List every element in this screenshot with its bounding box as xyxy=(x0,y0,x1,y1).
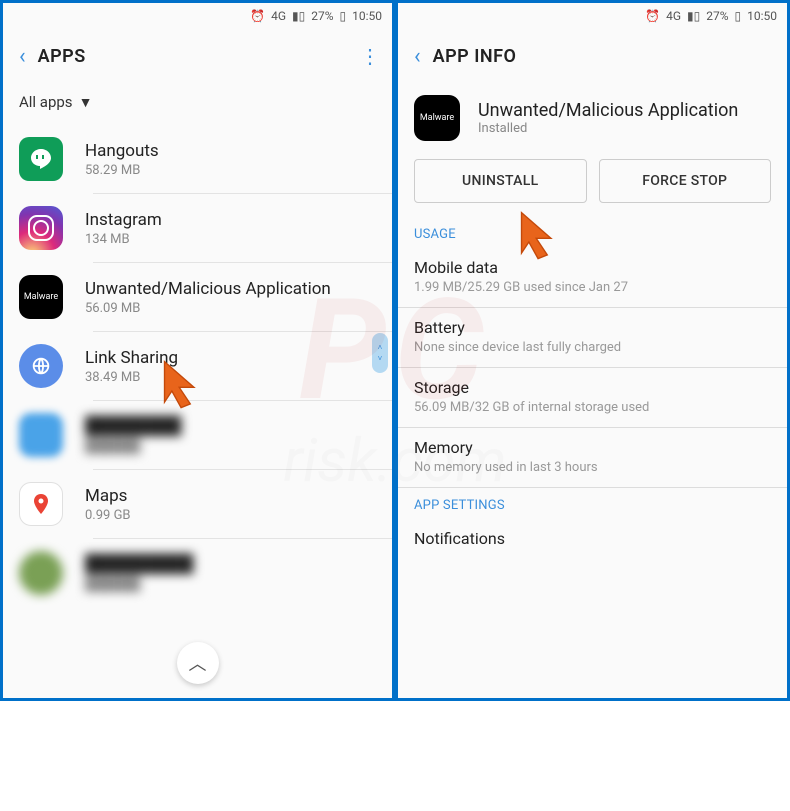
alarm-icon: ⏰ xyxy=(645,9,660,23)
linksharing-icon xyxy=(19,344,63,388)
app-size: 38.49 MB xyxy=(85,370,178,385)
status-bar: ⏰ 4G ▮▯ 27% ▯ 10:50 xyxy=(3,3,392,29)
app-size-blurred: ██████ xyxy=(85,576,193,592)
app-size-blurred: ██████ xyxy=(85,438,181,454)
app-row-instagram[interactable]: Instagram 134 MB xyxy=(3,194,392,262)
row-sub: No memory used in last 3 hours xyxy=(414,460,771,475)
blurred-app-icon xyxy=(19,551,63,595)
app-name: Hangouts xyxy=(85,141,159,161)
usage-section-label: USAGE xyxy=(398,217,787,248)
blurred-app-icon xyxy=(19,413,63,457)
overflow-menu-button[interactable]: ⋮ xyxy=(360,44,380,68)
filter-dropdown[interactable]: All apps ▼ xyxy=(3,83,392,125)
chevron-down-icon: ▼ xyxy=(79,94,93,111)
malware-icon: Malware xyxy=(19,275,63,319)
app-info-screen: ⏰ 4G ▮▯ 27% ▯ 10:50 ‹ APP INFO Malware U… xyxy=(395,0,790,701)
battery-icon: ▯ xyxy=(340,9,347,23)
app-name: Unwanted/Malicious Application xyxy=(85,279,331,299)
app-header: Malware Unwanted/Malicious Application I… xyxy=(398,83,787,149)
app-name: Link Sharing xyxy=(85,348,178,368)
header: ‹ APP INFO xyxy=(398,29,787,83)
hangouts-icon xyxy=(19,137,63,181)
instagram-icon xyxy=(19,206,63,250)
back-button[interactable]: ‹ xyxy=(15,40,30,73)
app-name: Unwanted/Malicious Application xyxy=(478,100,738,121)
battery-row[interactable]: Battery None since device last fully cha… xyxy=(398,308,787,368)
app-list: Hangouts 58.29 MB Instagram 134 MB Malwa… xyxy=(3,125,392,607)
clock: 10:50 xyxy=(747,9,777,23)
clock: 10:50 xyxy=(352,9,382,23)
row-title: Storage xyxy=(414,378,771,397)
force-stop-button[interactable]: FORCE STOP xyxy=(599,159,772,203)
row-title: Battery xyxy=(414,318,771,337)
app-size: 134 MB xyxy=(85,232,162,247)
screen-title: APPS xyxy=(38,46,86,67)
status-bar: ⏰ 4G ▮▯ 27% ▯ 10:50 xyxy=(398,3,787,29)
apps-list-screen: ⏰ 4G ▮▯ 27% ▯ 10:50 ‹ APPS ⋮ All apps ▼ … xyxy=(0,0,395,701)
malware-icon: Malware xyxy=(414,95,460,141)
app-row-hangouts[interactable]: Hangouts 58.29 MB xyxy=(3,125,392,193)
app-name-blurred: █████████ xyxy=(85,554,193,574)
signal-icon: ▮▯ xyxy=(687,9,700,23)
row-sub: 1.99 MB/25.29 GB used since Jan 27 xyxy=(414,280,771,295)
header: ‹ APPS ⋮ xyxy=(3,29,392,83)
app-row-maps[interactable]: Maps 0.99 GB xyxy=(3,470,392,538)
app-size: 56.09 MB xyxy=(85,301,331,316)
scroll-handle[interactable]: ˄ ˅ xyxy=(372,333,388,373)
battery-percent: 27% xyxy=(311,9,333,23)
chevron-up-icon: ︿ xyxy=(189,650,207,676)
app-row-blurred-2[interactable]: █████████ ██████ xyxy=(3,539,392,607)
memory-row[interactable]: Memory No memory used in last 3 hours xyxy=(398,428,787,488)
back-button[interactable]: ‹ xyxy=(410,40,425,73)
uninstall-button[interactable]: UNINSTALL xyxy=(414,159,587,203)
app-row-malware[interactable]: Malware Unwanted/Malicious Application 5… xyxy=(3,263,392,331)
app-status: Installed xyxy=(478,121,738,136)
battery-percent: 27% xyxy=(706,9,728,23)
row-sub: 56.09 MB/32 GB of internal storage used xyxy=(414,400,771,415)
filter-label: All apps xyxy=(19,93,73,111)
app-size: 0.99 GB xyxy=(85,508,131,523)
alarm-icon: ⏰ xyxy=(250,9,265,23)
scroll-to-top-button[interactable]: ︿ xyxy=(177,642,219,684)
storage-row[interactable]: Storage 56.09 MB/32 GB of internal stora… xyxy=(398,368,787,428)
chevron-up-icon: ˄ xyxy=(378,343,383,352)
row-title: Mobile data xyxy=(414,258,771,277)
app-name-blurred: ████████ xyxy=(85,416,181,436)
app-size: 58.29 MB xyxy=(85,163,159,178)
action-buttons: UNINSTALL FORCE STOP xyxy=(398,149,787,217)
notifications-row[interactable]: Notifications xyxy=(398,519,787,563)
battery-icon: ▯ xyxy=(735,9,742,23)
signal-icon: ▮▯ xyxy=(292,9,305,23)
row-sub: None since device last fully charged xyxy=(414,340,771,355)
app-name: Instagram xyxy=(85,210,162,230)
network-type: 4G xyxy=(271,9,286,23)
app-row-linksharing[interactable]: Link Sharing 38.49 MB xyxy=(3,332,392,400)
network-type: 4G xyxy=(666,9,681,23)
row-title: Memory xyxy=(414,438,771,457)
maps-icon xyxy=(19,482,63,526)
app-settings-section-label: APP SETTINGS xyxy=(398,488,787,519)
chevron-down-icon: ˅ xyxy=(378,354,383,363)
app-row-blurred[interactable]: ████████ ██████ xyxy=(3,401,392,469)
app-name: Maps xyxy=(85,486,131,506)
screen-title: APP INFO xyxy=(433,46,517,67)
mobile-data-row[interactable]: Mobile data 1.99 MB/25.29 GB used since … xyxy=(398,248,787,308)
row-title: Notifications xyxy=(414,529,771,548)
